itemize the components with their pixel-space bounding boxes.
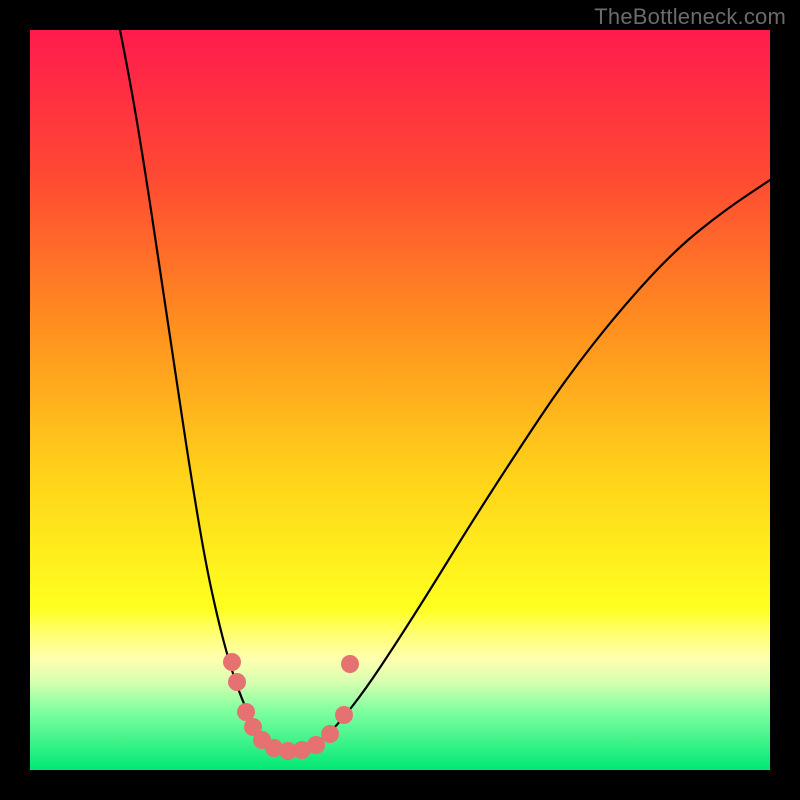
scatter-dot bbox=[228, 673, 246, 691]
scatter-dot bbox=[321, 725, 339, 743]
scatter-dot bbox=[307, 736, 325, 754]
scatter-dot bbox=[335, 706, 353, 724]
chart-svg bbox=[30, 30, 770, 770]
scatter-dot bbox=[223, 653, 241, 671]
watermark-text: TheBottleneck.com bbox=[594, 4, 786, 30]
plot-area bbox=[30, 30, 770, 770]
outer-frame: TheBottleneck.com bbox=[0, 0, 800, 800]
scatter-dot bbox=[341, 655, 359, 673]
